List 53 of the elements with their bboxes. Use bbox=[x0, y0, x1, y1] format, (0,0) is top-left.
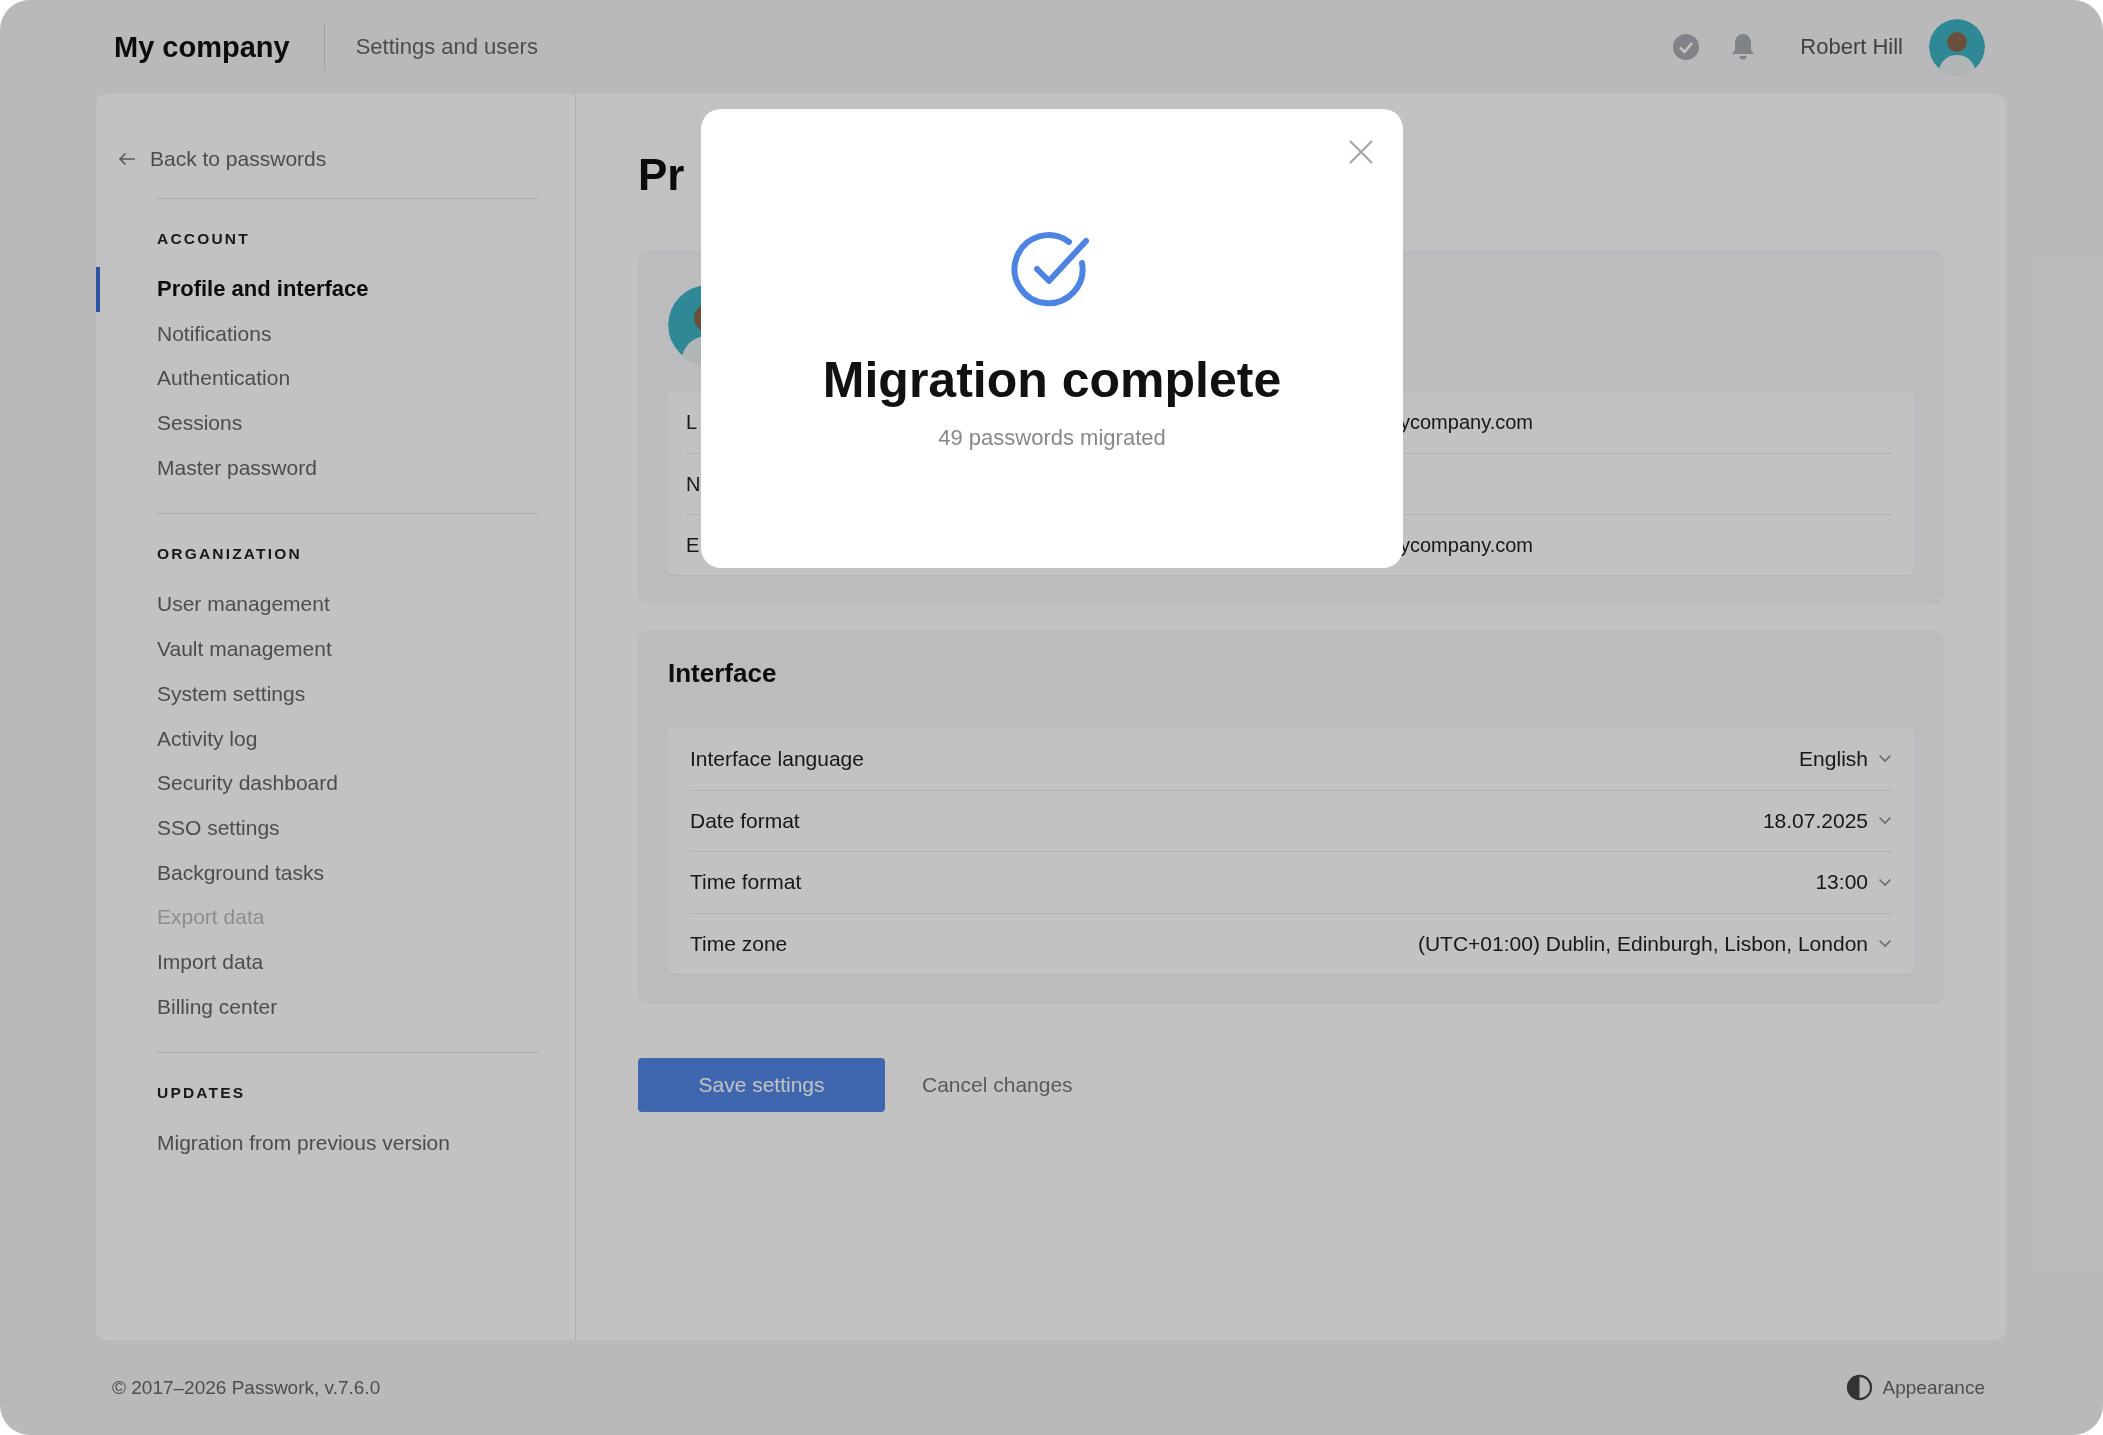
field-label: L bbox=[686, 411, 698, 433]
nav-item[interactable]: Profile and interface bbox=[96, 267, 575, 312]
setting-label: Time format bbox=[690, 870, 802, 895]
appearance-button[interactable]: Appearance bbox=[1845, 1374, 1985, 1401]
chevron-icon bbox=[1878, 877, 1892, 887]
nav-item[interactable]: Sessions bbox=[96, 401, 575, 446]
section-heading: Interface bbox=[668, 658, 777, 688]
copyright-text: © 2017–2026 Passwork, v.7.6.0 bbox=[112, 1376, 381, 1399]
field-value: ycompany.com bbox=[1400, 533, 1533, 557]
user-name[interactable]: Robert Hill bbox=[1800, 34, 1903, 60]
nav-item[interactable]: Notifications bbox=[96, 311, 575, 357]
setting-label: Time zone bbox=[690, 931, 788, 956]
nav-item[interactable]: Vault management bbox=[96, 627, 575, 672]
dropdown[interactable]: 18.07.2025 bbox=[1762, 808, 1892, 833]
nav-item[interactable]: Billing center bbox=[96, 984, 575, 1030]
nav-item[interactable]: Activity log bbox=[96, 716, 575, 762]
field-label: N bbox=[686, 472, 701, 495]
nav-item[interactable]: Master password bbox=[96, 445, 575, 491]
setting-label: Interface language bbox=[690, 746, 864, 771]
save-button[interactable]: Save settings bbox=[638, 1058, 885, 1112]
chevron-icon bbox=[1878, 816, 1892, 826]
avatar[interactable] bbox=[1929, 19, 1985, 75]
arrow-left-icon bbox=[118, 152, 136, 166]
nav-item[interactable]: Security dashboard bbox=[96, 761, 575, 806]
chevron-icon bbox=[1878, 754, 1892, 764]
section-heading: UPDATES bbox=[157, 1084, 246, 1103]
dropdown[interactable]: (UTC+01:00) Dublin, Edinburgh, Lisbon, London bbox=[1417, 931, 1892, 956]
bell-icon[interactable] bbox=[1730, 32, 1757, 62]
nav-item[interactable]: System settings bbox=[96, 671, 575, 717]
cancel-link[interactable]: Cancel changes bbox=[922, 1073, 1073, 1097]
dialog-title: Migration complete bbox=[822, 351, 1282, 409]
field-value: ycompany.com bbox=[1400, 411, 1533, 434]
nav-item[interactable]: SSO settings bbox=[96, 805, 575, 851]
nav-item[interactable]: Authentication bbox=[96, 356, 575, 402]
nav-item[interactable]: User management bbox=[96, 582, 575, 628]
field-label: E bbox=[686, 533, 700, 556]
nav-item[interactable]: Import data bbox=[96, 939, 575, 985]
section-heading: ORGANIZATION bbox=[157, 545, 302, 564]
nav-item[interactable]: Background tasks bbox=[96, 850, 575, 896]
page-title: Pr bbox=[638, 150, 685, 200]
back-link[interactable]: Back to passwords bbox=[118, 144, 327, 174]
dropdown[interactable]: English bbox=[1799, 746, 1892, 771]
dialog-message: 49 passwords migrated bbox=[938, 425, 1166, 451]
chevron-icon bbox=[1878, 939, 1892, 949]
section-title: Settings and users bbox=[355, 34, 538, 60]
dropdown[interactable]: 13:00 bbox=[1815, 870, 1892, 895]
setting-label: Date format bbox=[690, 808, 800, 833]
contrast-icon bbox=[1845, 1374, 1873, 1401]
nav-item[interactable]: Migration from previous version bbox=[96, 1121, 575, 1166]
close-icon bbox=[1348, 139, 1374, 165]
check-circle-icon[interactable] bbox=[1672, 33, 1701, 61]
brand-name: My company bbox=[114, 30, 290, 64]
section-heading: ACCOUNT bbox=[157, 230, 250, 248]
